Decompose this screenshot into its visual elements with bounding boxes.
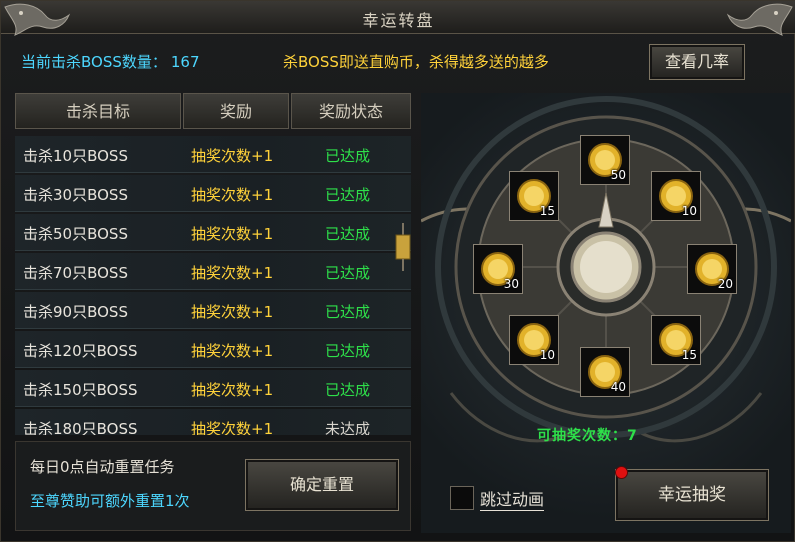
row-target: 击杀70只BOSS — [23, 264, 128, 282]
remaining-draws-label: 可抽奖次数： — [537, 428, 627, 444]
row-reward: 抽奖次数+1 — [191, 420, 274, 435]
remaining-draws-value: 7 — [627, 428, 638, 444]
lantern-icon — [395, 223, 411, 271]
row-status: 已达成 — [325, 186, 371, 204]
lucky-draw-button[interactable]: 幸运抽奖 — [615, 469, 769, 521]
row-status: 未达成 — [325, 420, 371, 435]
row-reward: 抽奖次数+1 — [191, 186, 274, 204]
row-target: 击杀150只BOSS — [23, 381, 138, 399]
row-status: 已达成 — [325, 225, 371, 243]
row-status: 已达成 — [325, 264, 371, 282]
row-reward: 抽奖次数+1 — [191, 264, 274, 282]
row-reward: 抽奖次数+1 — [191, 303, 274, 321]
wheel-reward-amount: 10 — [539, 348, 555, 362]
row-reward: 抽奖次数+1 — [191, 147, 274, 165]
boss-reward-table: 击杀目标 奖励 奖励状态 击杀10只BOSS 抽奖次数+1 已达成 击杀30只B… — [15, 93, 411, 435]
wheel-reward-amount: 15 — [539, 204, 555, 218]
row-target: 击杀90只BOSS — [23, 303, 128, 321]
row-reward: 抽奖次数+1 — [191, 381, 274, 399]
row-status: 已达成 — [325, 303, 371, 321]
wheel-reward-amount: 20 — [717, 277, 733, 291]
table-row: 击杀50只BOSS 抽奖次数+1 已达成 — [15, 214, 411, 251]
row-target: 击杀30只BOSS — [23, 186, 128, 204]
auto-reset-note: 每日0点自动重置任务 — [30, 458, 175, 476]
table-row: 击杀70只BOSS 抽奖次数+1 已达成 — [15, 253, 411, 290]
row-status: 已达成 — [325, 147, 371, 165]
wheel-slot-reward: 10 — [651, 171, 701, 221]
wheel-slot-reward: 50 — [580, 135, 630, 185]
wheel-slot-reward: 20 — [687, 244, 737, 294]
table-row: 击杀180只BOSS 抽奖次数+1 未达成 — [15, 409, 411, 435]
kill-count-value: 167 — [170, 53, 200, 71]
pointer-icon — [570, 193, 642, 303]
skip-animation-checkbox[interactable] — [450, 486, 474, 510]
wheel-slot-reward: 15 — [651, 315, 701, 365]
wheel-reward-amount: 40 — [610, 380, 626, 394]
wheel-reward-amount: 15 — [681, 348, 697, 362]
promo-text: 杀BOSS即送直购币，杀得越多送的越多 — [283, 53, 549, 71]
row-target: 击杀120只BOSS — [23, 342, 138, 360]
row-target: 击杀50只BOSS — [23, 225, 128, 243]
title-bar[interactable]: 幸运转盘 — [1, 1, 795, 36]
table-row: 击杀150只BOSS 抽奖次数+1 已达成 — [15, 370, 411, 407]
table-row: 击杀30只BOSS 抽奖次数+1 已达成 — [15, 175, 411, 212]
confirm-reset-button[interactable]: 确定重置 — [245, 459, 399, 511]
lucky-wheel-window: 幸运转盘 当前击杀BOSS数量： 167 杀BOSS即送直购币，杀得越多送的越多 … — [0, 0, 795, 542]
row-target: 击杀10只BOSS — [23, 147, 128, 165]
table-row: 击杀90只BOSS 抽奖次数+1 已达成 — [15, 292, 411, 329]
kill-count-label: 当前击杀BOSS数量： — [21, 53, 167, 71]
wheel-reward-amount: 50 — [610, 168, 626, 182]
remaining-draws: 可抽奖次数：7 — [537, 425, 638, 445]
table-header: 击杀目标 奖励 奖励状态 — [15, 93, 411, 129]
row-status: 已达成 — [325, 381, 371, 399]
wheel-slot-reward: 15 — [509, 171, 559, 221]
wheel-slot-reward: 10 — [509, 315, 559, 365]
row-status: 已达成 — [325, 342, 371, 360]
row-target: 击杀180只BOSS — [23, 420, 138, 435]
wheel-slot-reward: 30 — [473, 244, 523, 294]
column-header-reward: 奖励 — [183, 93, 289, 129]
table-row: 击杀120只BOSS 抽奖次数+1 已达成 — [15, 331, 411, 368]
window-title: 幸运转盘 — [362, 11, 435, 30]
wheel-slot-reward: 40 — [580, 347, 630, 397]
row-reward: 抽奖次数+1 — [191, 225, 274, 243]
sponsor-reset-note: 至尊赞助可额外重置1次 — [30, 492, 190, 510]
notification-dot — [615, 466, 628, 479]
column-header-status: 奖励状态 — [291, 93, 411, 129]
wheel-reward-amount: 10 — [681, 204, 697, 218]
row-reward: 抽奖次数+1 — [191, 342, 274, 360]
boss-kill-count: 当前击杀BOSS数量： 167 — [21, 51, 200, 72]
wheel-reward-amount: 30 — [503, 277, 519, 291]
skip-animation-label[interactable]: 跳过动画 — [480, 486, 545, 511]
dragon-ornament-icon — [726, 3, 793, 36]
table-row: 击杀10只BOSS 抽奖次数+1 已达成 — [15, 136, 411, 173]
column-header-target: 击杀目标 — [15, 93, 181, 129]
view-rates-button[interactable]: 查看几率 — [649, 44, 745, 80]
